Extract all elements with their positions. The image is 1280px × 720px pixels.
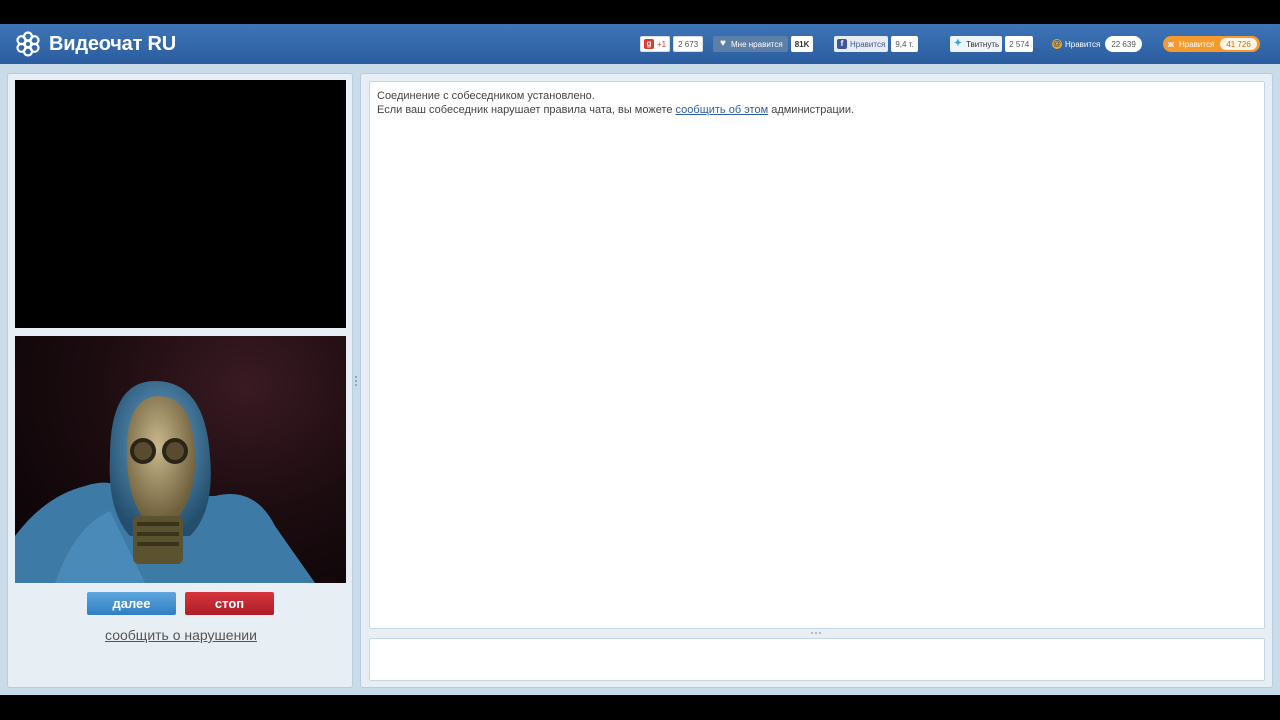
- vk-share[interactable]: ♥ Мне нравится 81K: [713, 36, 814, 52]
- vk-like-button[interactable]: ♥ Мне нравится: [713, 36, 788, 52]
- rules-text-after: администрации.: [768, 104, 855, 116]
- panel-resize-handle[interactable]: [354, 374, 358, 388]
- vk-label: Мне нравится: [731, 39, 783, 49]
- mailru-count: 22 639: [1105, 36, 1142, 52]
- report-admin-link[interactable]: сообщить об этом: [676, 104, 769, 116]
- gplus-label: +1: [657, 39, 667, 49]
- header-bar: Видеочат RU g +1 2 673 ♥ Мне нравится 81…: [0, 24, 1280, 64]
- vk-count: 81K: [790, 36, 814, 52]
- tweet-button[interactable]: ✦ Твитнуть: [950, 36, 1003, 52]
- webcam-image: [15, 381, 315, 583]
- twitter-share[interactable]: ✦ Твитнуть 2 574: [950, 36, 1034, 52]
- twitter-label: Твитнуть: [966, 39, 1000, 49]
- odnoklassniki-like-button[interactable]: ж Нравится: [1163, 36, 1217, 52]
- remote-video: [15, 80, 346, 328]
- mailru-share[interactable]: @ Нравится 22 639: [1050, 36, 1142, 52]
- facebook-label: Нравится: [850, 39, 886, 49]
- mailru-label: Нравится: [1065, 39, 1101, 49]
- report-violation-link[interactable]: сообщить о нарушении: [8, 627, 354, 643]
- system-message-connected: Соединение с собеседником установлено.: [377, 90, 595, 102]
- mailru-at-icon: @: [1052, 39, 1062, 49]
- video-panel: далее стоп сообщить о нарушении: [7, 73, 353, 688]
- odnoklassniki-icon: ж: [1167, 39, 1175, 49]
- stop-button[interactable]: стоп: [185, 592, 274, 615]
- odnoklassniki-count: 41 726: [1220, 38, 1257, 50]
- gplus-button[interactable]: g +1: [640, 36, 671, 52]
- system-message-rules: Если ваш собеседник нарушает правила чат…: [377, 103, 1257, 117]
- odnoklassniki-share[interactable]: ж Нравится 41 726: [1163, 36, 1260, 52]
- chat-panel: Соединение с собеседником установлено. Е…: [360, 73, 1273, 688]
- logo[interactable]: Видеочат RU: [14, 30, 176, 58]
- gplus-share[interactable]: g +1 2 673: [640, 36, 704, 52]
- mailru-like-button[interactable]: @ Нравится: [1050, 36, 1102, 52]
- brand-title: Видеочат RU: [49, 32, 177, 55]
- facebook-count: 9,4 т.: [891, 36, 918, 52]
- facebook-share[interactable]: f Нравится 9,4 т.: [834, 36, 918, 52]
- chat-resize-handle[interactable]: [811, 632, 825, 636]
- heart-icon: ♥: [720, 38, 726, 49]
- rules-text-before: Если ваш собеседник нарушает правила чат…: [377, 104, 676, 116]
- message-input[interactable]: [369, 638, 1265, 681]
- facebook-icon: f: [837, 39, 847, 49]
- next-button[interactable]: далее: [87, 592, 176, 615]
- screen: Видеочат RU g +1 2 673 ♥ Мне нравится 81…: [0, 0, 1280, 720]
- twitter-count: 2 574: [1005, 36, 1034, 52]
- flower-logo-icon: [16, 31, 40, 57]
- twitter-bird-icon: ✦: [953, 38, 963, 49]
- gplus-count: 2 673: [673, 36, 704, 52]
- videochat-app: Видеочат RU g +1 2 673 ♥ Мне нравится 81…: [0, 24, 1280, 695]
- odnoklassniki-label: Нравится: [1179, 39, 1215, 49]
- chat-log: Соединение с собеседником установлено. Е…: [369, 81, 1265, 629]
- gplus-icon: g: [644, 39, 654, 49]
- local-webcam-video: [15, 336, 346, 583]
- call-controls: далее стоп: [87, 592, 274, 615]
- facebook-like-button[interactable]: f Нравится: [834, 36, 889, 52]
